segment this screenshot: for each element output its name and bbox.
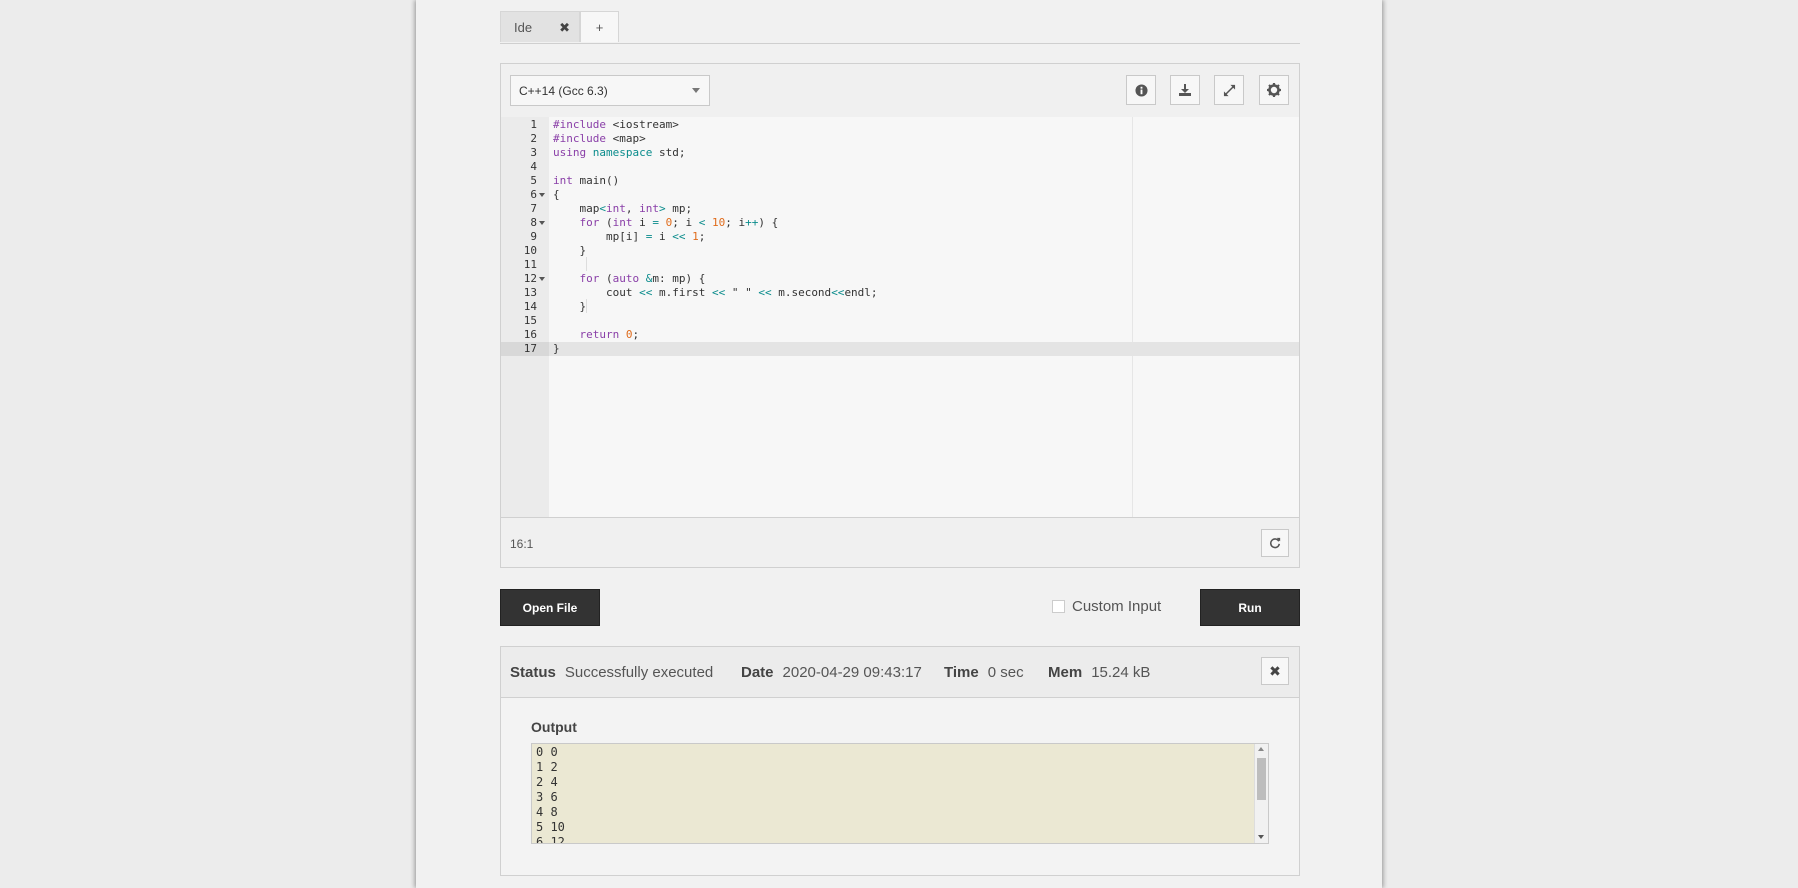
fold-toggle-icon[interactable] bbox=[539, 221, 545, 225]
close-icon: ✖ bbox=[1269, 662, 1281, 679]
language-value: C++14 (Gcc 6.3) bbox=[519, 83, 608, 98]
info-button[interactable] bbox=[1126, 75, 1156, 105]
tab-bar: Ide ✖ + bbox=[500, 11, 1300, 44]
info-icon bbox=[1134, 83, 1148, 97]
print-margin bbox=[1132, 117, 1133, 517]
scroll-down-icon[interactable] bbox=[1258, 835, 1264, 839]
status-field: Status Successfully executed bbox=[510, 664, 714, 681]
output-line: 3 6 bbox=[536, 790, 558, 804]
indent-guide bbox=[586, 299, 587, 313]
output-line: 2 4 bbox=[536, 775, 558, 789]
download-icon bbox=[1179, 84, 1191, 96]
output-label: Output bbox=[531, 719, 577, 735]
settings-button[interactable] bbox=[1259, 75, 1289, 105]
custom-input-toggle[interactable]: Custom Input bbox=[1052, 598, 1161, 615]
custom-input-checkbox[interactable] bbox=[1052, 600, 1065, 613]
output-textarea[interactable]: 0 0 1 2 2 4 3 6 4 8 5 10 6 12 bbox=[531, 743, 1269, 844]
output-line: 0 0 bbox=[536, 745, 558, 759]
refresh-icon bbox=[1269, 537, 1281, 549]
editor-statusbar: 16:1 bbox=[501, 518, 1299, 568]
fullscreen-button[interactable] bbox=[1214, 75, 1244, 105]
scroll-thumb[interactable] bbox=[1257, 758, 1266, 800]
output-line: 1 2 bbox=[536, 760, 558, 774]
close-result-button[interactable]: ✖ bbox=[1261, 657, 1289, 685]
gear-icon bbox=[1267, 83, 1281, 97]
language-select[interactable]: C++14 (Gcc 6.3) bbox=[510, 75, 710, 106]
tab-ide[interactable]: Ide ✖ bbox=[500, 11, 580, 42]
page-container: Ide ✖ + C++14 (Gcc 6.3) 1 #include <iost… bbox=[416, 0, 1382, 888]
close-icon[interactable]: ✖ bbox=[559, 20, 570, 36]
active-line-highlight bbox=[501, 342, 1299, 356]
download-button[interactable] bbox=[1170, 75, 1200, 105]
reset-button[interactable] bbox=[1261, 529, 1289, 557]
editor-toolbar: C++14 (Gcc 6.3) bbox=[501, 64, 1299, 118]
run-button[interactable]: Run bbox=[1200, 589, 1300, 626]
chevron-down-icon bbox=[692, 88, 700, 93]
result-panel: Status Successfully executed Date 2020-04-… bbox=[500, 646, 1300, 876]
result-header: Status Successfully executed Date 2020-04-… bbox=[501, 647, 1299, 698]
output-line: 6 12 bbox=[536, 835, 565, 844]
date-field: Date 2020-04-29 09:43:17 bbox=[741, 664, 922, 681]
custom-input-label: Custom Input bbox=[1072, 598, 1162, 615]
cursor-position: 16:1 bbox=[510, 537, 534, 551]
output-scrollbar[interactable] bbox=[1254, 744, 1268, 843]
fold-toggle-icon[interactable] bbox=[539, 193, 545, 197]
output-line: 5 10 bbox=[536, 820, 565, 834]
time-field: Time 0 sec bbox=[944, 664, 1024, 681]
scroll-up-icon[interactable] bbox=[1258, 747, 1264, 751]
tab-ide-label: Ide bbox=[514, 19, 533, 35]
editor-panel: C++14 (Gcc 6.3) 1 #include <iostream> 2 … bbox=[500, 63, 1300, 568]
output-line: 4 8 bbox=[536, 805, 558, 819]
code-editor[interactable]: 1 #include <iostream> 2 #include <map> 3 us… bbox=[501, 117, 1299, 518]
fold-toggle-icon[interactable] bbox=[539, 277, 545, 281]
indent-guide bbox=[586, 257, 587, 271]
mem-field: Mem 15.24 kB bbox=[1048, 664, 1151, 681]
open-file-button[interactable]: Open File bbox=[500, 589, 600, 626]
expand-icon bbox=[1223, 84, 1235, 96]
add-tab-button[interactable]: + bbox=[580, 11, 619, 42]
